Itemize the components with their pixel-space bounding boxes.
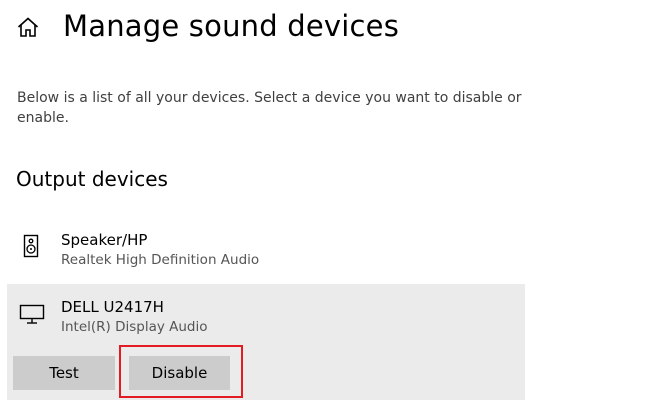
monitor-icon [19, 302, 45, 326]
device-name: DELL U2417H [61, 298, 164, 316]
page-title: Manage sound devices [63, 9, 400, 43]
device-driver: Realtek High Definition Audio [61, 252, 260, 268]
test-button[interactable]: Test [13, 356, 115, 390]
sound-settings-page: Manage sound devices Below is a list of … [0, 0, 655, 411]
device-driver: Intel(R) Display Audio [61, 319, 208, 335]
device-name: Speaker/HP [61, 231, 148, 249]
disable-button[interactable]: Disable [129, 356, 230, 390]
page-description: Below is a list of all your devices. Sel… [17, 90, 522, 126]
device-item-monitor[interactable]: DELL U2417H Intel(R) Display Audio Test … [7, 284, 525, 400]
section-title-output-devices: Output devices [16, 167, 168, 191]
device-item-speaker[interactable]: Speaker/HP Realtek High Definition Audio [7, 222, 525, 280]
speaker-icon [19, 234, 43, 258]
home-icon[interactable] [16, 16, 40, 38]
